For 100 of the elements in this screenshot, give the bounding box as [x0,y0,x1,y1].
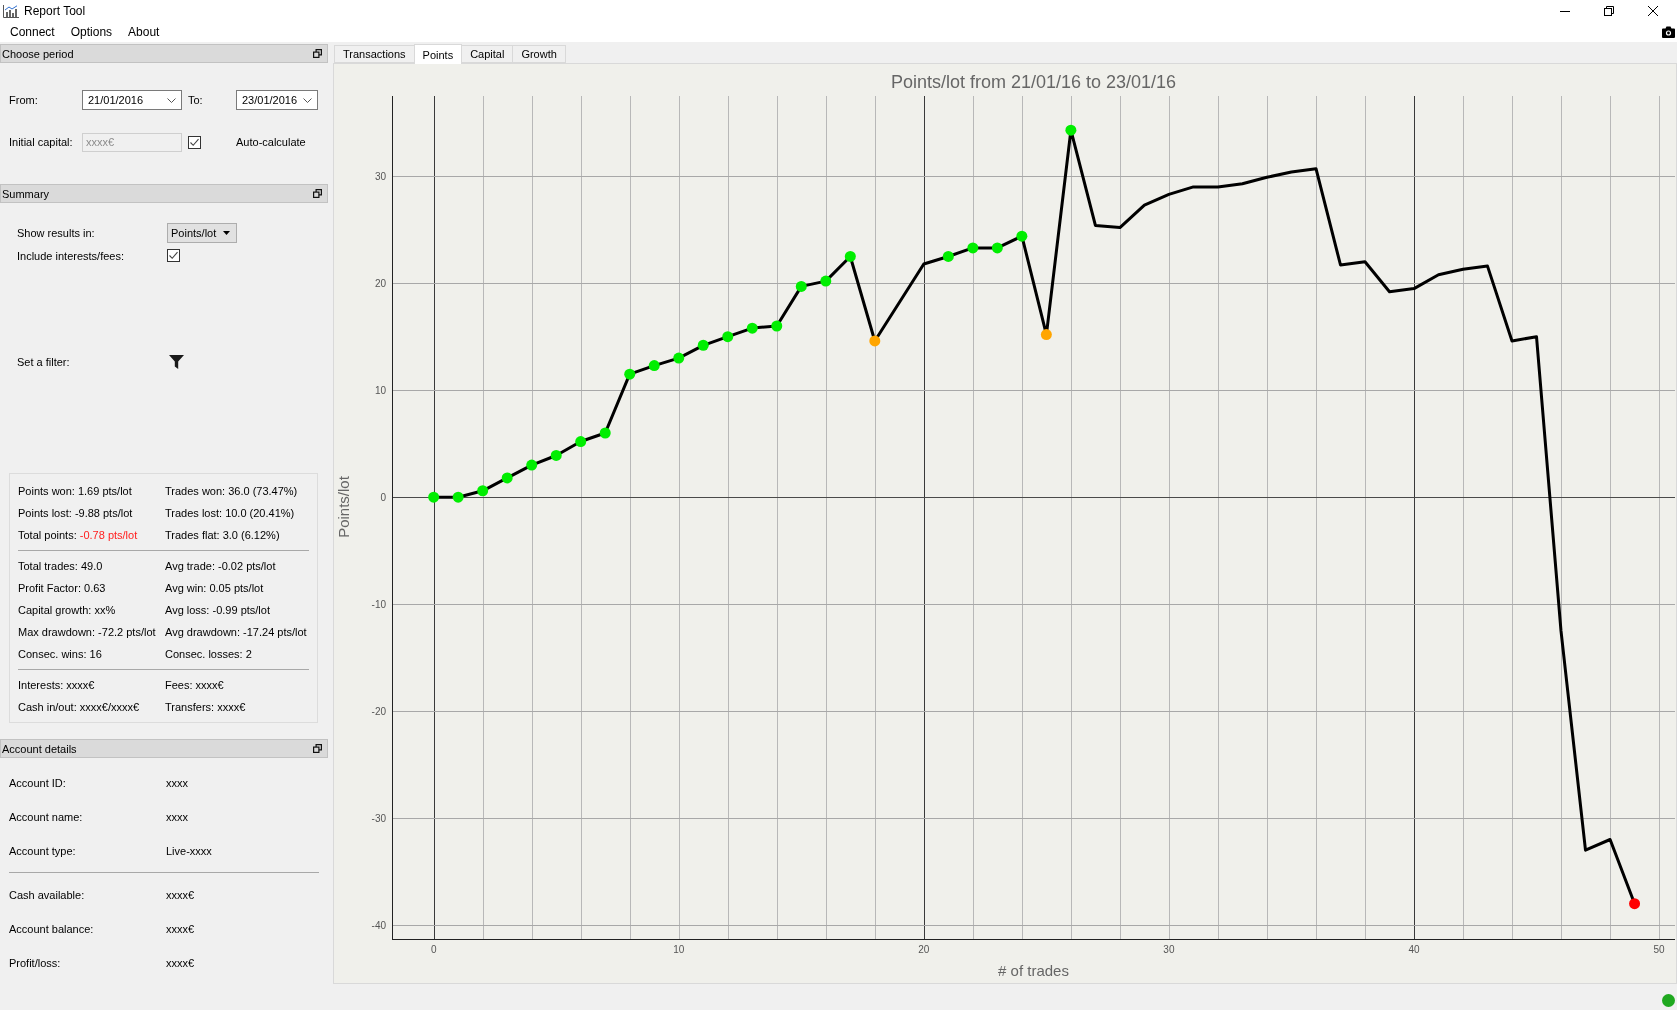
stat-value: xxxx€ [195,679,224,691]
tab[interactable]: Capital [461,45,514,63]
field-label: Profit/loss: [9,957,61,969]
stat-value: 10.0 (20.41%) [225,507,295,519]
stat-label: Avg win: [165,582,207,594]
tick-label: -20 [371,705,386,717]
tick-label: -30 [371,812,386,824]
stat-label: Interests: [18,679,64,691]
field-value: xxxx€ [166,889,195,901]
field-label: Account name: [9,811,83,823]
stat-label: Avg trade: [165,560,215,572]
stat-label: Points lost: [18,507,72,519]
unit-dropdown[interactable]: Points/lot [167,223,237,243]
stat-label: Trades lost: [165,507,223,519]
camera-icon[interactable] [1662,26,1675,38]
tab[interactable]: Growth [512,45,566,63]
stat-label: Avg loss: [165,604,210,616]
axis-title: # of trades [998,962,1069,979]
tick-label: 10 [374,384,386,396]
tab[interactable]: Points [413,44,463,64]
stat-label: Cash in/out: [18,701,77,713]
field-label: Show results in: [17,227,95,239]
tick-label: 0 [430,944,437,955]
stat-value: 16 [89,648,102,660]
filter-icon[interactable] [169,355,184,369]
app-icon [3,4,19,18]
field-label: Cash available: [9,889,85,901]
tick-label: 10 [673,944,685,955]
stat-value: xxxx€ [66,679,95,691]
stat-label: Fees: [165,679,193,691]
stat-value: 3.0 (6.12%) [222,529,280,541]
tick-label: 0 [380,491,386,503]
field-label: Account type: [9,845,76,857]
stat-value: -17.24 pts/lot [243,626,307,638]
restore-icon[interactable] [313,744,322,753]
tick-label: -10 [371,598,386,610]
date-dropdown[interactable]: 23/01/2016 [236,90,318,110]
stat-value: 49.0 [81,560,103,572]
stat-value: xxxx€ [217,701,246,713]
section-title: Choose period [2,47,74,60]
tab[interactable]: Transactions [334,45,415,63]
tick-label: 20 [918,944,930,955]
field-label: Include interests/fees: [17,249,124,262]
menu-item[interactable]: Options [62,22,121,42]
stat-value: 0.63 [84,582,106,594]
stat-label: Max drawdown: [18,626,96,638]
field-value: xxxx [166,811,188,823]
field-value: Live-xxxx [166,845,212,857]
stat-label: Capital growth: [18,604,92,616]
stat-label: Avg drawdown: [165,626,240,638]
date-dropdown[interactable]: 21/01/2016 [82,90,182,110]
stat-value: 0.05 pts/lot [209,582,264,594]
menu-item[interactable]: Connect [2,22,63,42]
caret-icon [223,231,230,235]
tick-label: -40 [371,919,386,931]
chevron-down-icon [167,97,176,103]
tick-label: 40 [1408,944,1420,955]
checkbox-label: Auto-calculate [236,136,306,148]
tick-label: 30 [374,170,386,182]
stat-value: -9.88 pts/lot [74,507,133,519]
stat-value: xx% [94,604,116,616]
field-label: Initial capital: [9,136,73,148]
stat-value: 1.69 pts/lot [77,485,132,497]
restore-icon[interactable] [313,49,322,58]
menu-item[interactable]: About [120,22,168,42]
field-label: Set a filter: [17,356,71,368]
section-title: Summary [2,187,50,200]
checkbox[interactable] [167,249,180,262]
axis-title: Points/lot [335,476,352,538]
stat-label: Transfers: [165,701,215,713]
close-icon[interactable] [1648,6,1658,16]
window-title: Report Tool [24,4,86,18]
field-label: Account balance: [9,923,94,935]
field-label: From: [9,94,38,106]
tick-label: 50 [1653,944,1665,955]
stat-value: xxxx€/xxxx€ [79,701,140,713]
stat-value: 2 [245,648,252,660]
stat-value: -0.02 pts/lot [218,560,276,572]
stat-label: Trades flat: [165,529,220,541]
minimize-icon[interactable] [1560,10,1570,12]
stat-label: Profit Factor: [18,582,81,594]
stat-label: Consec. wins: [18,648,87,660]
stat-label: Total points: [18,529,77,541]
section-title: Account details [2,742,77,755]
stat-value: -72.2 pts/lot [98,626,156,638]
stat-value: 36.0 (73.47%) [228,485,298,497]
restore-icon[interactable] [1604,6,1614,16]
field-value: xxxx€ [166,957,195,969]
tick-label: 20 [374,277,386,289]
field-label: To: [187,94,203,106]
chevron-down-icon [303,97,312,103]
field-value: xxxx [166,777,188,789]
stat-label: Consec. losses: [165,648,243,660]
restore-icon[interactable] [313,189,322,198]
stat-value: -0.78 pts/lot [79,529,138,541]
stat-label: Trades won: [165,485,226,497]
tick-label: 30 [1163,944,1175,955]
field-value: xxxx€ [166,923,195,935]
checkbox[interactable] [188,135,201,149]
stat-label: Points won: [18,485,75,497]
